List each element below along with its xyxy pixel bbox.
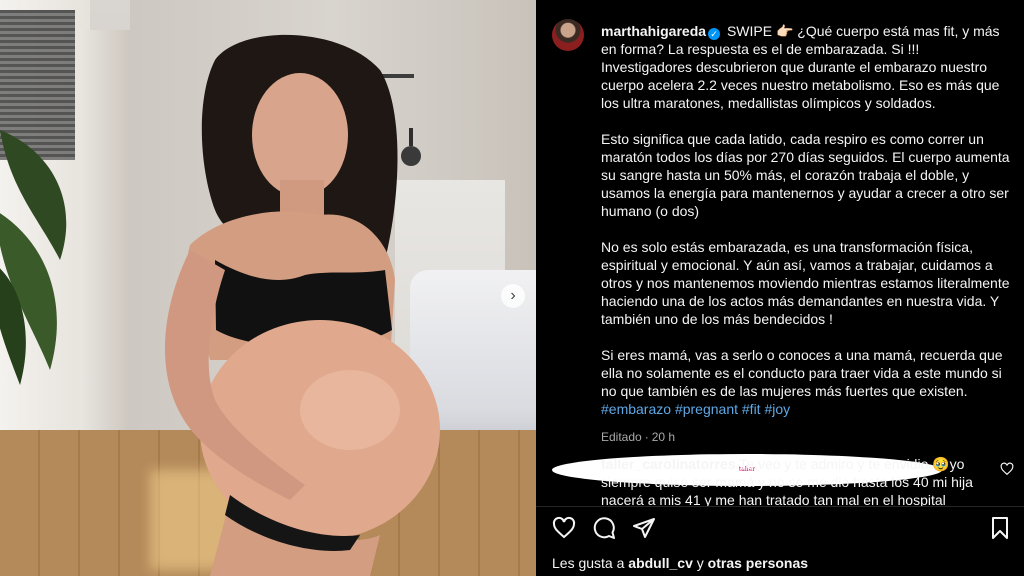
action-bar: Les gusta a abdull_cv y otras personas	[536, 506, 1024, 576]
likes-prefix: Les gusta a	[552, 555, 625, 571]
comment-icon[interactable]	[592, 516, 616, 540]
hashtags: #embarazo #pregnant #fit #joy	[601, 400, 1011, 418]
author-avatar[interactable]	[552, 19, 584, 51]
caption-paragraph-2: Esto significa que cada latido, cada res…	[601, 131, 1010, 219]
liker-username[interactable]: abdull_cv	[628, 555, 693, 571]
verified-badge-icon: ✓	[708, 28, 721, 40]
hashtag-link[interactable]: #fit	[742, 401, 761, 417]
likes-summary[interactable]: Les gusta a abdull_cv y otras personas	[552, 555, 808, 571]
bookmark-icon[interactable]	[988, 516, 1012, 540]
caption-paragraph-3: No es solo estás embarazada, es una tran…	[601, 239, 1010, 327]
plant	[0, 130, 67, 385]
hashtag-link[interactable]: #joy	[764, 401, 790, 417]
likes-others[interactable]: otras personas	[708, 555, 808, 571]
pregnant-woman	[165, 34, 440, 576]
share-icon[interactable]	[632, 516, 656, 540]
caption-scroll-area[interactable]: marthahigareda ✓ SWIPE 👉🏻 ¿Qué cuerpo est…	[536, 0, 1024, 506]
post-details-panel: marthahigareda ✓ SWIPE 👉🏻 ¿Qué cuerpo est…	[536, 0, 1024, 576]
heart-icon[interactable]	[552, 516, 576, 540]
caption-paragraph-4: Si eres mamá, vas a serlo o conoces a un…	[601, 347, 1003, 399]
post-photo[interactable]: ›	[0, 0, 536, 576]
post-meta: Editado · 20 h	[601, 430, 676, 444]
heart-icon[interactable]	[1000, 462, 1014, 476]
commenter-username[interactable]: taller_carolinatorres	[601, 456, 736, 472]
comment: taller_carolinatorres Te veo y te admiro…	[601, 455, 991, 506]
author-username[interactable]: marthahigareda	[601, 23, 706, 39]
likes-connector: y	[696, 555, 704, 571]
post-caption: marthahigareda ✓ SWIPE 👉🏻 ¿Qué cuerpo est…	[601, 22, 1011, 446]
timestamp[interactable]: 20 h	[652, 430, 675, 444]
hashtag-link[interactable]: #embarazo	[601, 401, 671, 417]
carousel-next-button[interactable]: ›	[501, 284, 525, 308]
edited-label: Editado	[601, 430, 642, 444]
hashtag-link[interactable]: #pregnant	[675, 401, 738, 417]
chevron-right-icon: ›	[510, 287, 516, 304]
